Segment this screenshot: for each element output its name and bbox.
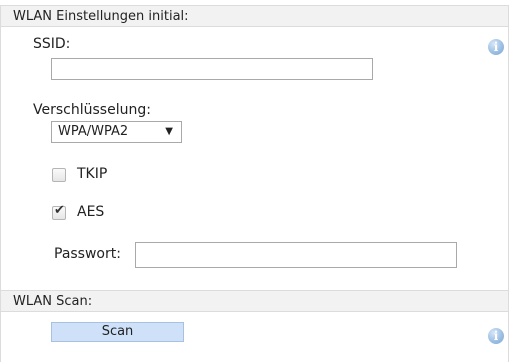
encryption-select[interactable]: WPA/WPA2 ▼ <box>51 121 182 143</box>
ssid-input[interactable] <box>51 58 373 80</box>
tkip-label: TKIP <box>77 166 108 182</box>
encryption-selected-value: WPA/WPA2 <box>58 124 129 139</box>
password-input[interactable] <box>135 242 457 268</box>
info-icon[interactable]: i <box>488 39 504 55</box>
wlan-scan-panel: Scan i <box>0 312 509 362</box>
wlan-scan-header: WLAN Scan: <box>0 290 509 312</box>
encryption-label: Verschlüsselung: <box>33 102 151 118</box>
wlan-initial-panel: SSID: i Verschlüsselung: WPA/WPA2 ▼ TKIP… <box>0 27 509 290</box>
password-label: Passwort: <box>54 246 121 262</box>
aes-checkbox[interactable]: ✔ <box>52 203 66 220</box>
scan-button[interactable]: Scan <box>51 322 184 342</box>
wlan-initial-header: WLAN Einstellungen initial: <box>0 5 509 27</box>
chevron-down-icon: ▼ <box>165 126 173 137</box>
ssid-label: SSID: <box>33 36 71 52</box>
tkip-checkbox[interactable] <box>52 168 66 182</box>
checkmark-icon: ✔ <box>54 203 65 218</box>
wlan-initial-header-title: WLAN Einstellungen initial: <box>13 9 189 24</box>
wlan-scan-header-title: WLAN Scan: <box>13 294 93 309</box>
scan-button-label: Scan <box>101 324 134 339</box>
info-icon[interactable]: i <box>488 328 504 344</box>
aes-label: AES <box>77 204 105 220</box>
